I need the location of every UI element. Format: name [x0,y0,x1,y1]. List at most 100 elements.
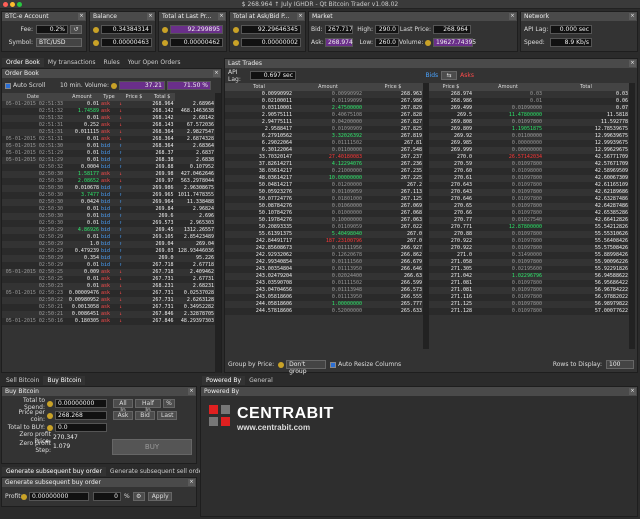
centrabit-logo[interactable]: CENTRABIT www.centrabit.com [209,405,334,432]
order-book-row[interactable]: 02:50:30 0.0424 bid ↑ 269.964 11.338488 [2,199,215,206]
depth-row[interactable]: 0.00990992 0.00990992 268.963 [225,91,423,98]
close-icon[interactable]: × [78,13,85,20]
depth-row[interactable]: 270.66 0.01097800 42.65385286 [429,210,629,217]
close-icon[interactable]: × [147,13,154,20]
depth-row[interactable]: 269.92 0.01100000 12.99639675 [429,133,629,140]
depth-row[interactable]: 270.61 0.01097800 42.60067309 [429,175,629,182]
order-book-row[interactable]: 05-01-2015 02:51:29 0.01 bid ↑ 268.37 2.6837 [2,150,215,157]
rows-display-select[interactable]: 100 [606,360,634,369]
depth-row[interactable]: 269.999 0.00000000 12.99629675 [429,147,629,154]
depth-row[interactable]: 33.70320147 27.40180083 267.237 [225,154,423,161]
bids-col-price[interactable]: Price $ [363,83,423,91]
depth-row[interactable]: 270.88 0.01097800 55.55310626 [429,231,629,238]
depth-row[interactable]: 268.986 0.01 0.06 [429,98,629,105]
order-book-row[interactable]: 02:50:30 3.7477 bid ↑ 269.965 1011.7478355 [2,192,215,199]
close-icon[interactable]: × [629,13,636,20]
order-book-row[interactable]: 02:50:32 0.0004 bid ↑ 269.88 0.107952 [2,164,215,171]
depth-row[interactable]: 270.646 0.01097800 42.63287486 [429,196,629,203]
col-type[interactable]: Type [100,93,118,101]
asks-scrollbar[interactable] [629,83,635,349]
close-icon[interactable]: × [188,388,195,395]
depth-row[interactable]: 50.19784276 0.10000000 267.063 [225,217,423,224]
depth-row[interactable]: 270.643 0.01097800 42.62189686 [429,189,629,196]
tab-generate-sell[interactable]: Generate subsequent sell order [106,467,209,476]
auto-resize-checkbox[interactable] [330,361,337,368]
profit-percent-input[interactable]: 0 [93,492,121,501]
apply-button[interactable]: Apply [147,492,172,501]
order-book-row[interactable]: 02:50:25 0.01 ask ↓ 267.731 2.67731 [2,276,215,283]
ask-price-button[interactable]: Ask [113,411,133,420]
close-icon[interactable]: × [509,13,516,20]
depth-row[interactable]: 6.29022064 0.01111502 267.81 [225,140,423,147]
order-book-row[interactable]: 02:51:31 0.252 ask ↓ 268.143 67.572036 [2,122,215,129]
close-icon[interactable]: × [297,13,304,20]
depth-row[interactable]: 269.499 0.01090000 0.07 [429,105,629,112]
tab-buy-bitcoin[interactable]: Buy Bitcoin [43,376,86,385]
depth-row[interactable]: 268.974 0.03 0.03 [429,91,629,98]
zoom-window-icon[interactable] [17,2,22,7]
depth-row[interactable]: 6.27910562 3.32026392 267.819 [225,133,423,140]
depth-row[interactable]: 271.305 0.02195600 55.92291826 [429,266,629,273]
depth-row[interactable]: 50.10784276 0.01000000 267.068 [225,210,423,217]
price-input[interactable]: 268.268 [55,411,107,420]
tab-sell-bitcoin[interactable]: Sell Bitcoin [2,376,43,385]
depth-row[interactable]: 270.643 0.01097800 42.61165109 [429,182,629,189]
fee-field[interactable]: 0.2% [36,25,68,34]
close-icon[interactable]: × [188,479,195,486]
depth-row[interactable]: 270.0 26.57142034 42.56771709 [429,154,629,161]
depth-row[interactable]: 269.5 11.47800000 11.5818 [429,112,629,119]
depth-row[interactable]: 271.125 0.01097800 56.98979822 [429,301,629,308]
half-in-button[interactable]: Half In [135,399,161,414]
apply-config-icon[interactable]: ⚙ [132,492,145,501]
depth-row[interactable]: 243.03590708 0.01111502 266.599 [225,280,423,287]
depth-row[interactable]: 50.05923276 0.01109059 267.113 [225,189,423,196]
last-price-button[interactable]: Last [157,411,177,420]
order-book-row[interactable]: 02:50:30 0.010678 bid ↑ 269.986 2.96308675 [2,185,215,192]
tab-rules[interactable]: Rules [100,58,124,67]
fee-reset-button[interactable]: ↺ [70,25,82,34]
bids-col-amount[interactable]: Amount [293,83,363,91]
order-book-row[interactable]: 02:50:29 0.354 bid ↑ 269.0 95.226 [2,255,215,262]
spend-input[interactable]: 0.00000000 [55,399,107,408]
order-book-row[interactable]: 02:50:29 0.01 bid ↑ 267.718 2.67718 [2,262,215,269]
order-book-row[interactable]: 05-01-2015 02:51:30 0.01 bid ↑ 268.364 2.6836… [2,143,215,150]
depth-row[interactable]: 2.94775111 0.04200000 267.827 [225,119,423,126]
depth-row[interactable]: 271.081 0.01097800 56.95686422 [429,280,629,287]
tab-open-orders[interactable]: Your Open Orders [124,58,185,67]
col-amount[interactable]: Amount [64,93,100,101]
bid-price-button[interactable]: Bid [135,411,155,420]
order-book-row[interactable]: 02:50:21 0.0013058 ask ↓ 267.731 0.34952282 [2,304,215,311]
depth-row[interactable]: 244.05818606 1.00000000 265.777 [225,301,423,308]
col-price[interactable]: Price $ [118,93,150,101]
tab-generate-buy[interactable]: Generate subsequent buy order [2,467,106,476]
depth-row[interactable]: 38.03614217 0.21000000 267.235 [225,168,423,175]
order-book-row[interactable]: 05-01-2015 02:51:33 0.01 ask ↓ 268.964 2.6896… [2,101,215,108]
depth-row[interactable]: 242.99340854 0.01111560 266.679 [225,259,423,266]
depth-row[interactable]: 269.808 0.01097800 11.592778 [429,119,629,126]
depth-row[interactable]: 2.9588417 0.01090909 267.825 [225,126,423,133]
depth-row[interactable]: 242.84491717 187.23100796 267.0 [225,238,423,245]
symbol-select[interactable]: BTC/USD [36,38,82,47]
depth-row[interactable]: 37.82614271 4.12294076 267.236 [225,161,423,168]
depth-row[interactable]: 271.0 0.31490000 55.88998426 [429,252,629,259]
order-book-row[interactable]: 05-01-2015 02:51:31 0.01 ask ↓ 268.364 2.6874… [2,136,215,143]
order-book-row[interactable]: 02:50:21 0.0086451 ask ↓ 267.846 2.32878705 [2,311,215,318]
order-book-row[interactable]: 05-01-2015 02:50:16 0.180305 ask ↓ 267.846 48… [2,318,215,325]
order-book-row[interactable]: 02:50:30 0.01 bid ↑ 269.6 2.696 [2,213,215,220]
close-window-icon[interactable] [3,2,8,7]
minimize-window-icon[interactable] [10,2,15,7]
depth-row[interactable]: 50.07724776 0.01801000 267.125 [225,196,423,203]
depth-row[interactable]: 270.922 0.01097800 55.57508426 [429,245,629,252]
depth-row[interactable]: 50.08784276 0.01060000 267.069 [225,203,423,210]
depth-row[interactable]: 271.042 1.02296796 56.94588622 [429,273,629,280]
all-in-button[interactable]: All In [113,399,133,414]
order-book-row[interactable]: 02:50:29 0.479239 bid ↑ 269.03 128.93446036 [2,248,215,255]
depth-row[interactable]: 270.65 0.01097800 42.64287486 [429,203,629,210]
total-buy-input[interactable]: 0.0 [55,423,107,432]
depth-row[interactable]: 50.04814217 0.01200000 267.2 [225,182,423,189]
profit-input[interactable]: 0.00000000 [29,492,89,501]
depth-row[interactable]: 270.59 0.01097800 42.57671709 [429,161,629,168]
depth-row[interactable]: 243.02479204 0.02024400 266.63 [225,273,423,280]
depth-row[interactable]: 269.985 0.00000000 12.99939675 [429,140,629,147]
close-icon[interactable]: × [629,388,636,395]
